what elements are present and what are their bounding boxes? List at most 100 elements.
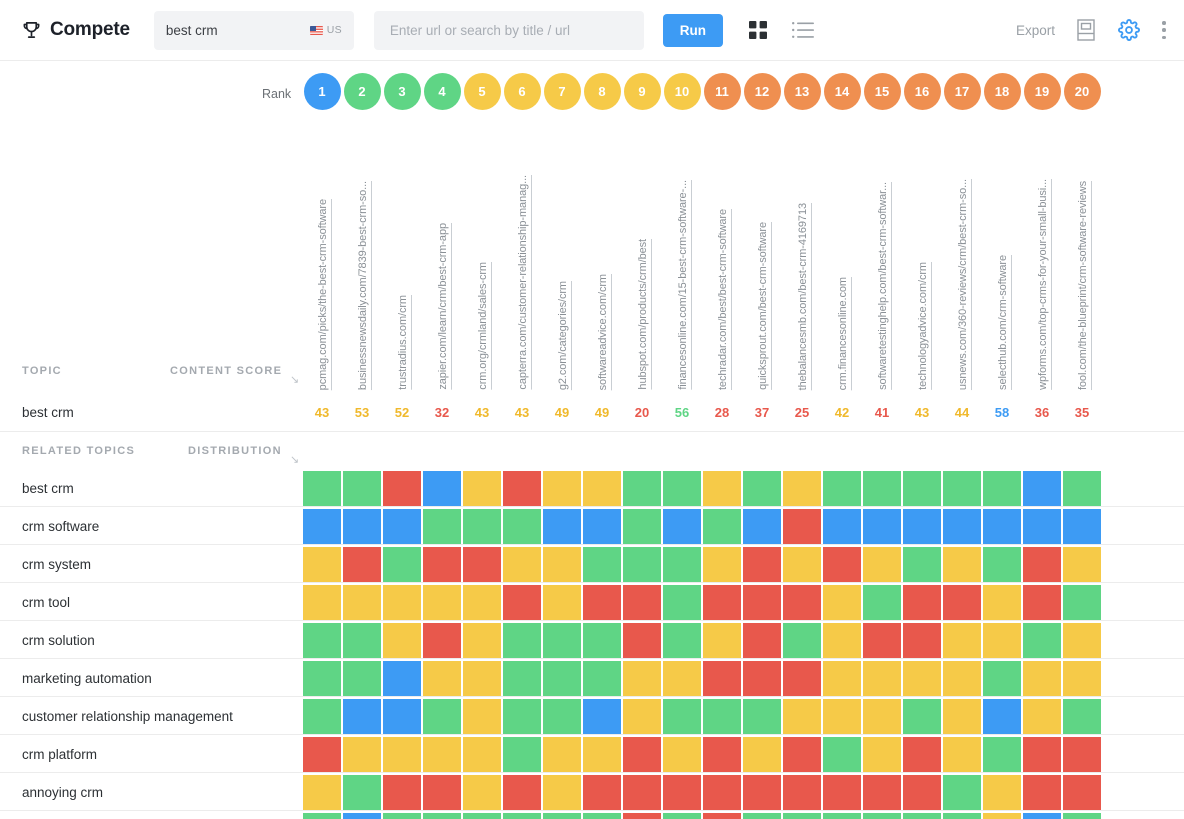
keyword-field[interactable]: best crm US (153, 10, 354, 50)
heatmap-cell[interactable] (503, 623, 541, 658)
heatmap-cell[interactable] (703, 585, 741, 620)
heatmap-cell[interactable] (983, 623, 1021, 658)
report-icon[interactable] (1077, 19, 1095, 41)
heatmap-cell[interactable] (943, 547, 981, 582)
heatmap-cell[interactable] (783, 547, 821, 582)
heatmap-cell[interactable] (623, 471, 661, 506)
heatmap-cell[interactable] (303, 813, 341, 819)
heatmap-cell[interactable] (503, 547, 541, 582)
rank-circle-1[interactable]: 1 (303, 73, 341, 110)
heatmap-cell[interactable] (1023, 813, 1061, 819)
heatmap-cell[interactable] (383, 547, 421, 582)
heatmap-cell[interactable] (783, 775, 821, 810)
heatmap-cell[interactable] (903, 509, 941, 544)
heatmap-cell[interactable] (343, 813, 381, 819)
heatmap-cell[interactable] (663, 813, 701, 819)
list-view-icon[interactable] (791, 21, 814, 39)
rank-circle-15[interactable]: 15 (863, 73, 901, 110)
heatmap-cell[interactable] (1023, 661, 1061, 696)
heatmap-cell[interactable] (343, 775, 381, 810)
heatmap-cell[interactable] (903, 661, 941, 696)
heatmap-cell[interactable] (423, 775, 461, 810)
heatmap-cell[interactable] (703, 471, 741, 506)
heatmap-cell[interactable] (303, 661, 341, 696)
heatmap-cell[interactable] (783, 623, 821, 658)
content-score-cell[interactable]: 53 (342, 405, 382, 420)
heatmap-cell[interactable] (663, 585, 701, 620)
content-score-cell[interactable]: 49 (582, 405, 622, 420)
heatmap-cell[interactable] (463, 661, 501, 696)
url-link[interactable]: fool.com/the-blueprint/crm-software-revi… (1077, 181, 1089, 390)
heatmap-cell[interactable] (823, 699, 861, 734)
heatmap-cell[interactable] (423, 661, 461, 696)
rank-circle-5[interactable]: 5 (463, 73, 501, 110)
heatmap-cell[interactable] (903, 737, 941, 772)
heatmap-cell[interactable] (543, 775, 581, 810)
heatmap-cell[interactable] (943, 471, 981, 506)
heatmap-cell[interactable] (943, 661, 981, 696)
heatmap-cell[interactable] (663, 471, 701, 506)
heatmap-cell[interactable] (343, 585, 381, 620)
heatmap-cell[interactable] (623, 699, 661, 734)
heatmap-cell[interactable] (1063, 623, 1101, 658)
rank-circle-2[interactable]: 2 (343, 73, 381, 110)
distribution-sort-arrow[interactable]: ↘ (290, 453, 299, 466)
content-score-cell[interactable]: 52 (382, 405, 422, 420)
heatmap-cell[interactable] (663, 509, 701, 544)
heatmap-cell[interactable] (903, 623, 941, 658)
heatmap-cell[interactable] (543, 813, 581, 819)
heatmap-cell[interactable] (1063, 699, 1101, 734)
heatmap-cell[interactable] (983, 737, 1021, 772)
heatmap-cell[interactable] (743, 775, 781, 810)
content-score-cell[interactable]: 43 (462, 405, 502, 420)
heatmap-cell[interactable] (743, 661, 781, 696)
heatmap-cell[interactable] (503, 737, 541, 772)
heatmap-cell[interactable] (503, 471, 541, 506)
heatmap-cell[interactable] (783, 661, 821, 696)
heatmap-cell[interactable] (903, 699, 941, 734)
content-score-cell[interactable]: 44 (942, 405, 982, 420)
heatmap-cell[interactable] (983, 585, 1021, 620)
url-link[interactable]: softwaretestinghelp.com/best-crm-softwar… (877, 182, 889, 390)
heatmap-cell[interactable] (583, 509, 621, 544)
heatmap-cell[interactable] (903, 813, 941, 819)
content-score-cell[interactable]: 43 (902, 405, 942, 420)
rank-circle-12[interactable]: 12 (743, 73, 781, 110)
heatmap-cell[interactable] (463, 775, 501, 810)
heatmap-cell[interactable] (503, 775, 541, 810)
heatmap-cell[interactable] (623, 585, 661, 620)
heatmap-cell[interactable] (863, 775, 901, 810)
heatmap-cell[interactable] (943, 775, 981, 810)
heatmap-cell[interactable] (303, 737, 341, 772)
heatmap-cell[interactable] (783, 699, 821, 734)
heatmap-cell[interactable] (823, 813, 861, 819)
heatmap-cell[interactable] (343, 737, 381, 772)
heatmap-cell[interactable] (543, 623, 581, 658)
heatmap-cell[interactable] (583, 547, 621, 582)
more-options-icon[interactable] (1162, 21, 1166, 39)
url-link[interactable]: pcmag.com/picks/the-best-crm-software (317, 199, 329, 390)
heatmap-cell[interactable] (303, 509, 341, 544)
heatmap-cell[interactable] (983, 547, 1021, 582)
heatmap-cell[interactable] (623, 509, 661, 544)
heatmap-cell[interactable] (663, 775, 701, 810)
heatmap-cell[interactable] (423, 509, 461, 544)
heatmap-cell[interactable] (663, 661, 701, 696)
heatmap-cell[interactable] (743, 623, 781, 658)
grid-view-icon[interactable] (748, 20, 768, 40)
heatmap-cell[interactable] (943, 699, 981, 734)
heatmap-cell[interactable] (863, 813, 901, 819)
content-score-cell[interactable]: 56 (662, 405, 702, 420)
content-score-cell[interactable]: 43 (302, 405, 342, 420)
heatmap-cell[interactable] (423, 547, 461, 582)
content-score-sort-arrow[interactable]: ↘ (290, 373, 299, 386)
export-button[interactable]: Export (1016, 23, 1055, 38)
heatmap-cell[interactable] (303, 471, 341, 506)
content-score-cell[interactable]: 58 (982, 405, 1022, 420)
heatmap-cell[interactable] (383, 737, 421, 772)
rank-circle-17[interactable]: 17 (943, 73, 981, 110)
heatmap-cell[interactable] (863, 661, 901, 696)
heatmap-cell[interactable] (743, 585, 781, 620)
heatmap-cell[interactable] (303, 585, 341, 620)
heatmap-cell[interactable] (743, 737, 781, 772)
